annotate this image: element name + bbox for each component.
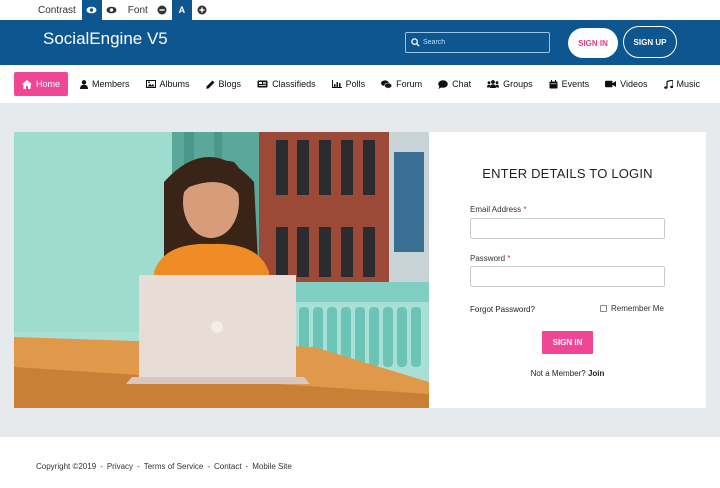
font-decrease-icon[interactable] [152, 0, 172, 20]
footer-separator: - [137, 462, 140, 471]
footer-link-contact[interactable]: Contact [214, 462, 242, 471]
remember-me-checkbox[interactable] [600, 305, 607, 312]
login-panel: ENTER DETAILS TO LOGIN Email Address * P… [429, 132, 706, 408]
password-label-text: Password [470, 254, 506, 263]
main-content: ENTER DETAILS TO LOGIN Email Address * P… [0, 103, 720, 437]
nav-item-label: Classifieds [272, 79, 316, 89]
video-camera-icon [605, 80, 617, 88]
search-input[interactable] [423, 39, 543, 46]
join-link[interactable]: Join [588, 369, 604, 378]
nav-item-blogs[interactable]: Blogs [198, 72, 250, 96]
footer-separator: - [207, 462, 210, 471]
header-signup-button[interactable]: SIGN UP [623, 26, 677, 58]
hero-image [14, 132, 429, 408]
nav-item-classifieds[interactable]: Classifieds [249, 72, 324, 96]
email-field[interactable] [470, 218, 665, 239]
remember-me[interactable]: Remember Me [600, 304, 664, 313]
nav-item-home[interactable]: Home [14, 72, 69, 96]
comments-icon [381, 79, 393, 88]
site-header: SocialEngine V5 SIGN IN SIGN UP [0, 20, 720, 65]
nav-item-label: Forum [396, 79, 423, 89]
image-icon [145, 80, 156, 88]
contrast-label: Contrast [38, 4, 76, 16]
nav-item-label: Groups [503, 79, 533, 89]
footer-separator: - [245, 462, 249, 471]
nav-item-polls[interactable]: Polls [324, 72, 374, 96]
required-mark: * [507, 254, 511, 263]
login-signin-button[interactable]: SIGN IN [542, 331, 593, 354]
nav-item-label: Albums [159, 79, 190, 89]
footer-link-mobile-site[interactable]: Mobile Site [252, 462, 292, 471]
high-contrast-eye-icon[interactable] [81, 0, 102, 20]
copyright-text: Copyright ©2019 [36, 462, 97, 471]
search-icon [411, 38, 420, 47]
nav-item-albums[interactable]: Albums [138, 72, 198, 96]
nav-item-label: Home [36, 79, 61, 89]
site-footer: Copyright ©2019 - Privacy - Terms of Ser… [36, 462, 292, 471]
nav-item-chat[interactable]: Chat [430, 72, 479, 96]
password-label: Password * [470, 254, 510, 263]
not-member-text: Not a Member? [530, 369, 586, 378]
email-label-text: Email Address [470, 205, 522, 214]
required-mark: * [523, 205, 527, 214]
login-title: ENTER DETAILS TO LOGIN [482, 166, 653, 181]
nav-item-label: Polls [345, 79, 366, 89]
font-label: Font [127, 4, 148, 16]
accessibility-bar: Contrast Font A [0, 0, 720, 20]
nav-item-label: Chat [452, 79, 472, 89]
password-field[interactable] [470, 266, 665, 287]
main-nav: Home Members Albums Blogs Classifieds Po… [0, 65, 720, 103]
users-icon [487, 80, 500, 88]
user-icon [80, 79, 89, 89]
calendar-icon [549, 79, 558, 88]
normal-contrast-eye-icon[interactable] [102, 0, 122, 20]
nav-item-forum[interactable]: Forum [373, 72, 430, 96]
footer-link-terms[interactable]: Terms of Service [144, 462, 204, 471]
search-box[interactable] [405, 32, 550, 53]
chat-bubble-icon [438, 79, 448, 89]
pencil-icon [205, 80, 215, 89]
site-logo[interactable]: SocialEngine V5 [43, 29, 168, 49]
nav-item-events[interactable]: Events [541, 72, 598, 96]
nav-item-members[interactable]: Members [72, 72, 138, 96]
music-note-icon [663, 79, 673, 89]
footer-link-privacy[interactable]: Privacy [107, 462, 133, 471]
bar-chart-icon [331, 80, 342, 88]
not-member-row: Not a Member? Join [429, 369, 706, 378]
nav-item-label: Music [676, 79, 701, 89]
nav-item-label: Blogs [218, 79, 242, 89]
newspaper-icon [257, 80, 268, 88]
header-signin-button[interactable]: SIGN IN [568, 28, 618, 58]
nav-item-videos[interactable]: Videos [597, 72, 655, 96]
font-increase-icon[interactable] [192, 0, 212, 20]
home-icon [22, 79, 32, 89]
nav-item-groups[interactable]: Groups [479, 72, 541, 96]
nav-item-music[interactable]: Music [656, 72, 709, 96]
forgot-password-link[interactable]: Forgot Password? [470, 305, 535, 314]
font-reset-button[interactable]: A [171, 0, 192, 20]
footer-separator: - [100, 462, 103, 471]
nav-item-label: Members [92, 79, 130, 89]
nav-item-label: Events [561, 79, 590, 89]
remember-me-label: Remember Me [611, 304, 664, 313]
email-label: Email Address * [470, 205, 527, 214]
nav-item-label: Videos [620, 79, 648, 89]
